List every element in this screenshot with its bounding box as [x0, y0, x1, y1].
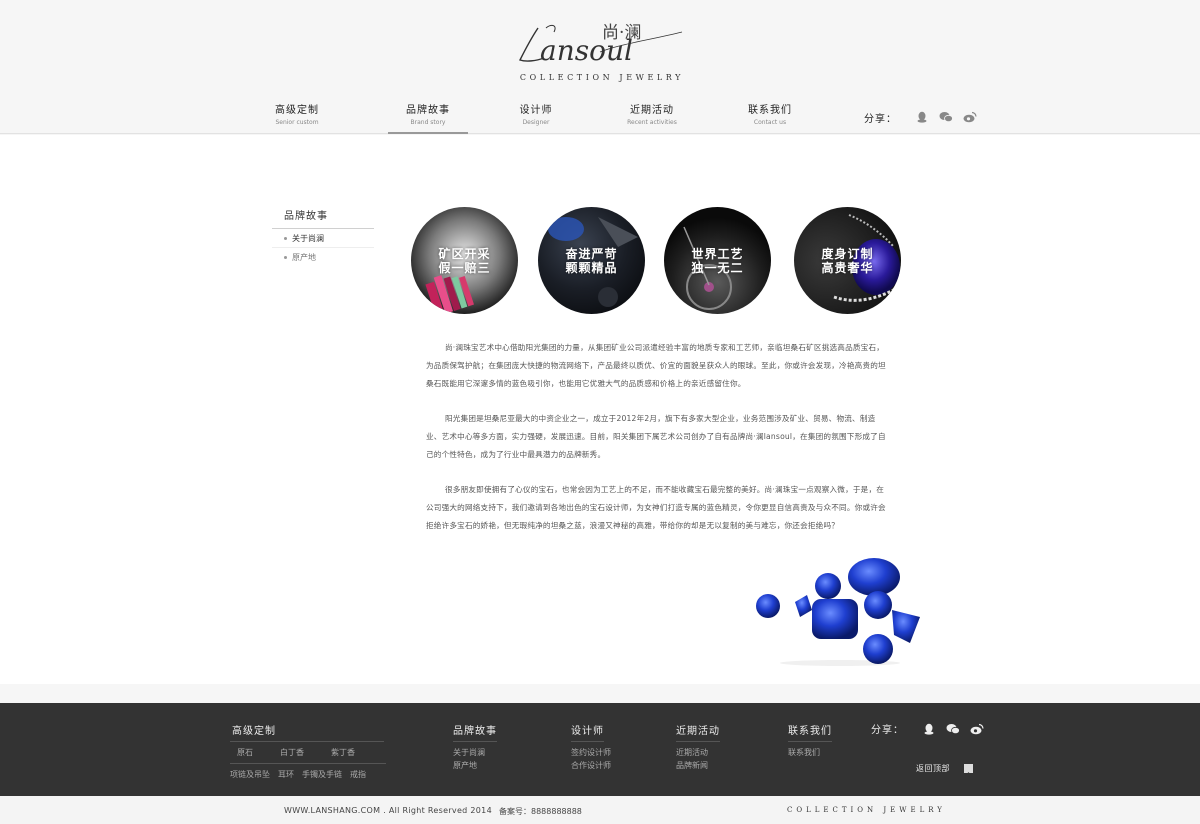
- wechat-icon[interactable]: [939, 111, 953, 123]
- footer-link[interactable]: 项链及吊坠: [230, 768, 270, 781]
- footer-col-custom: 高级定制 原石 白丁香 紫丁香 项链及吊坠 耳环 手镯及手链 戒指: [230, 719, 386, 781]
- back-to-top-label: 返回顶部: [916, 764, 950, 773]
- feature-bespoke[interactable]: 度身订制 高贵奢华: [794, 207, 901, 314]
- footer-link[interactable]: 联系我们: [788, 746, 832, 759]
- nav-brand-story[interactable]: 品牌故事 Brand story: [388, 104, 468, 134]
- feature-subtitle: 颗颗精品: [565, 261, 618, 275]
- footer-link[interactable]: 品牌新闻: [676, 759, 720, 772]
- bullet-icon: [284, 236, 287, 240]
- nav-label: 品牌故事: [406, 105, 450, 116]
- nav-label: 设计师: [519, 105, 553, 116]
- brand-article: 尚·澜珠宝艺术中心借助阳光集团的力量，从集团矿业公司派遣经验丰富的地质专家和工艺…: [426, 339, 888, 552]
- footer-links-row: 原石 白丁香 紫丁香: [230, 742, 386, 764]
- nav-sublabel: Recent activities: [627, 119, 677, 126]
- svg-text:尚·澜: 尚·澜: [602, 23, 641, 43]
- footer-share: 分享：: [871, 721, 984, 736]
- footer-col-brand: 品牌故事 关于尚澜 原产地: [453, 719, 497, 772]
- logo-subtitle: COLLECTION JEWELRY: [519, 73, 685, 82]
- nav-recent-activities[interactable]: 近期活动 Recent activities: [602, 104, 702, 134]
- nav-label: 高级定制: [275, 105, 319, 116]
- footer-col-designer: 设计师 签约设计师 合作设计师: [571, 719, 611, 772]
- footer-link[interactable]: 近期活动: [676, 746, 720, 759]
- bottom-bar: WWW.LANSHANG.COM . All Right Reserved 20…: [0, 796, 1200, 824]
- footer-col-title: 近期活动: [676, 722, 720, 742]
- logo-wordmark: ansoul 尚·澜: [519, 23, 683, 67]
- site-header: ansoul 尚·澜 COLLECTION JEWELRY 高级定制 Senio…: [0, 0, 1200, 134]
- footer-links-row: 项链及吊坠 耳环 手镯及手链 戒指: [230, 764, 386, 781]
- main-content: 品牌故事 关于尚澜 原产地 矿区开采 假一赔三 奋进严苛 颗颗精品 世界工艺 独…: [0, 135, 1200, 684]
- sidebar-item-origin[interactable]: 原产地: [272, 248, 374, 267]
- footer-link[interactable]: 原石: [237, 746, 253, 759]
- nav-contact-us[interactable]: 联系我们 Contact us: [720, 104, 820, 134]
- back-to-top-button[interactable]: 返回顶部: [916, 763, 973, 777]
- nav-label: 联系我们: [748, 105, 792, 116]
- footer-link[interactable]: 白丁香: [280, 746, 304, 759]
- feature-mining[interactable]: 矿区开采 假一赔三: [411, 207, 518, 314]
- feature-title: 矿区开采: [438, 247, 491, 261]
- weibo-icon[interactable]: [970, 723, 984, 735]
- feature-title: 度身订制: [821, 247, 874, 261]
- sidebar-title: 品牌故事: [272, 207, 374, 229]
- footer-col-contact: 联系我们 联系我们: [788, 719, 832, 759]
- tanzanite-gems-image: [750, 555, 930, 671]
- icp-number: 备案号：8888888888: [499, 807, 582, 816]
- main-nav: 高级定制 Senior custom 品牌故事 Brand story 设计师 …: [0, 104, 1200, 134]
- bottom-brand-text: COLLECTION JEWELRY: [787, 806, 946, 814]
- footer-link[interactable]: 戒指: [350, 768, 366, 781]
- wechat-icon[interactable]: [946, 723, 960, 735]
- header-share: 分享：: [864, 110, 977, 125]
- brand-logo[interactable]: ansoul 尚·澜 COLLECTION JEWELRY: [510, 14, 690, 88]
- feature-subtitle: 独一无二: [691, 261, 744, 275]
- nav-sublabel: Senior custom: [275, 119, 319, 126]
- feature-quality[interactable]: 奋进严苛 颗颗精品: [538, 207, 645, 314]
- nav-sublabel: Brand story: [410, 119, 446, 126]
- footer-link[interactable]: 关于尚澜: [453, 746, 497, 759]
- footer-link[interactable]: 手镯及手链: [302, 768, 342, 781]
- nav-label: 近期活动: [630, 105, 674, 116]
- nav-designer[interactable]: 设计师 Designer: [486, 104, 586, 134]
- footer-col-events: 近期活动 近期活动 品牌新闻: [676, 719, 720, 772]
- feature-craft[interactable]: 世界工艺 独一无二: [664, 207, 771, 314]
- arrow-up-icon: [964, 764, 973, 777]
- nav-sublabel: Contact us: [753, 119, 787, 126]
- sidebar-item-label: 关于尚澜: [292, 233, 324, 243]
- weibo-icon[interactable]: [963, 111, 977, 123]
- nav-sublabel: Designer: [522, 119, 550, 126]
- sidebar-item-label: 原产地: [292, 253, 316, 262]
- article-paragraph: 很多朋友即使拥有了心仪的宝石，也常会因为工艺上的不足，而不能收藏宝石最完整的美好…: [426, 485, 886, 530]
- article-paragraph: 阳光集团是坦桑尼亚最大的中资企业之一，成立于2012年2月，旗下有多家大型企业，…: [426, 414, 886, 459]
- qq-icon[interactable]: [922, 723, 936, 735]
- share-label: 分享：: [864, 113, 897, 125]
- copyright-text: WWW.LANSHANG.COM . All Right Reserved 20…: [284, 806, 492, 815]
- feature-subtitle: 高贵奢华: [821, 261, 874, 275]
- feature-subtitle: 假一赔三: [438, 261, 491, 275]
- footer-link[interactable]: 原产地: [453, 759, 497, 772]
- sidebar: 品牌故事 关于尚澜 原产地: [272, 207, 374, 267]
- feature-title: 奋进严苛: [565, 247, 618, 261]
- qq-icon[interactable]: [915, 111, 929, 123]
- footer-col-title: 高级定制: [230, 722, 384, 742]
- feature-title: 世界工艺: [691, 247, 744, 261]
- footer-link[interactable]: 签约设计师: [571, 746, 611, 759]
- sidebar-item-about[interactable]: 关于尚澜: [272, 229, 374, 248]
- footer-col-title: 设计师: [571, 722, 604, 742]
- bullet-icon: [284, 256, 287, 259]
- footer-link[interactable]: 合作设计师: [571, 759, 611, 772]
- site-footer: 高级定制 原石 白丁香 紫丁香 项链及吊坠 耳环 手镯及手链 戒指 品牌故事 关…: [0, 703, 1200, 796]
- footer-link[interactable]: 耳环: [278, 768, 294, 781]
- footer-link[interactable]: 紫丁香: [331, 746, 355, 759]
- article-paragraph: 尚·澜珠宝艺术中心借助阳光集团的力量，从集团矿业公司派遣经验丰富的地质专家和工艺…: [426, 343, 886, 388]
- share-label: 分享：: [871, 725, 904, 736]
- footer-col-title: 联系我们: [788, 722, 832, 742]
- nav-senior-custom[interactable]: 高级定制 Senior custom: [247, 104, 347, 134]
- feature-circles: 矿区开采 假一赔三 奋进严苛 颗颗精品 世界工艺 独一无二 度身订制 高贵奢华: [411, 207, 901, 315]
- footer-col-title: 品牌故事: [453, 722, 497, 742]
